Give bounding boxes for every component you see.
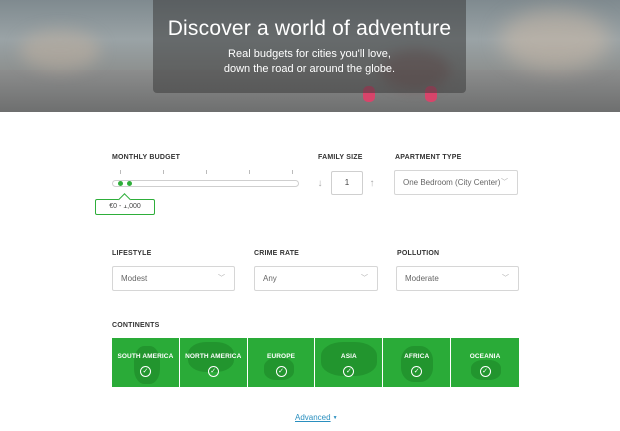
budget-slider-track[interactable] [112,180,299,187]
crime-rate-label: CRIME RATE [254,250,300,257]
budget-slider-max-handle[interactable] [127,181,132,186]
lifestyle-value: Modest [121,274,148,283]
slider-tick [249,170,250,174]
continent-name: AFRICA [404,353,430,360]
continent-toggle-south-america[interactable]: SOUTH AMERICA ✓ [112,338,180,387]
continent-name: OCEANIA [469,353,501,360]
continent-toggle-group: SOUTH AMERICA ✓ NORTH AMERICA ✓ EUROPE ✓… [112,338,519,387]
chevron-down-icon: ﹀ [361,275,368,282]
family-size-input[interactable]: 1 [331,171,363,195]
hero-title: Discover a world of adventure [167,17,452,40]
chevron-down-icon: ﹀ [501,179,508,186]
hero-background-figure-left [20,30,100,70]
crime-rate-select[interactable]: Any ﹀ [254,266,378,291]
caret-down-icon: ▼ [332,414,338,421]
lifestyle-select[interactable]: Modest ﹀ [112,266,235,291]
pollution-select[interactable]: Moderate ﹀ [396,266,519,291]
budget-slider-min-handle[interactable] [118,181,123,186]
check-circle-icon: ✓ [207,366,219,377]
slider-tick [292,170,293,174]
monthly-budget-label: MONTHLY BUDGET [112,154,181,161]
hero-banner: Discover a world of adventure Real budge… [0,0,620,112]
continent-toggle-asia[interactable]: ASIA ✓ [315,338,384,387]
advanced-label: Advanced [295,413,331,422]
family-size-label: FAMILY SIZE [318,154,363,161]
continents-label: CONTINENTS [112,322,160,329]
continent-name: SOUTH AMERICA [117,353,174,360]
check-circle-icon: ✓ [139,366,151,377]
slider-tick [206,170,207,174]
hero-text-box: Discover a world of adventure Real budge… [153,0,466,93]
lifestyle-label: LIFESTYLE [112,250,152,257]
check-circle-icon: ✓ [479,366,491,377]
continent-name: ASIA [340,353,357,360]
map-shape [134,346,160,384]
chevron-down-icon: ﹀ [218,275,225,282]
continent-toggle-europe[interactable]: EUROPE ✓ [247,338,316,387]
hero-subtitle-line-1: Real budgets for cities you'll love, [228,48,391,60]
check-circle-icon: ✓ [275,366,287,377]
arrow-up-icon[interactable]: ↑ [367,178,377,189]
continent-name: EUROPE [267,353,296,360]
slider-tick [163,170,164,174]
pollution-label: POLLUTION [397,250,440,257]
arrow-down-icon[interactable]: ↓ [315,178,325,189]
continent-toggle-north-america[interactable]: NORTH AMERICA ✓ [179,338,248,387]
budget-range-tooltip: €0 - 1,000 [95,199,155,215]
apartment-type-label: APARTMENT TYPE [395,154,462,161]
hero-subtitle-line-2: down the road or around the globe. [223,63,396,75]
advanced-options-link[interactable]: Advanced ▼ [295,413,338,422]
hero-background-figure-right [500,10,610,70]
apartment-type-select[interactable]: One Bedroom (City Center) ﹀ [394,170,518,195]
slider-tick [120,170,121,174]
pollution-value: Moderate [405,274,439,283]
continent-name: NORTH AMERICA [185,353,242,360]
crime-rate-value: Any [263,274,277,283]
continent-toggle-africa[interactable]: AFRICA ✓ [383,338,452,387]
apartment-type-value: One Bedroom (City Center) [403,178,501,187]
chevron-down-icon: ﹀ [502,275,509,282]
continent-toggle-oceania[interactable]: OCEANIA ✓ [451,338,519,387]
hero-subtitle: Real budgets for cities you'll love, dow… [153,47,466,77]
